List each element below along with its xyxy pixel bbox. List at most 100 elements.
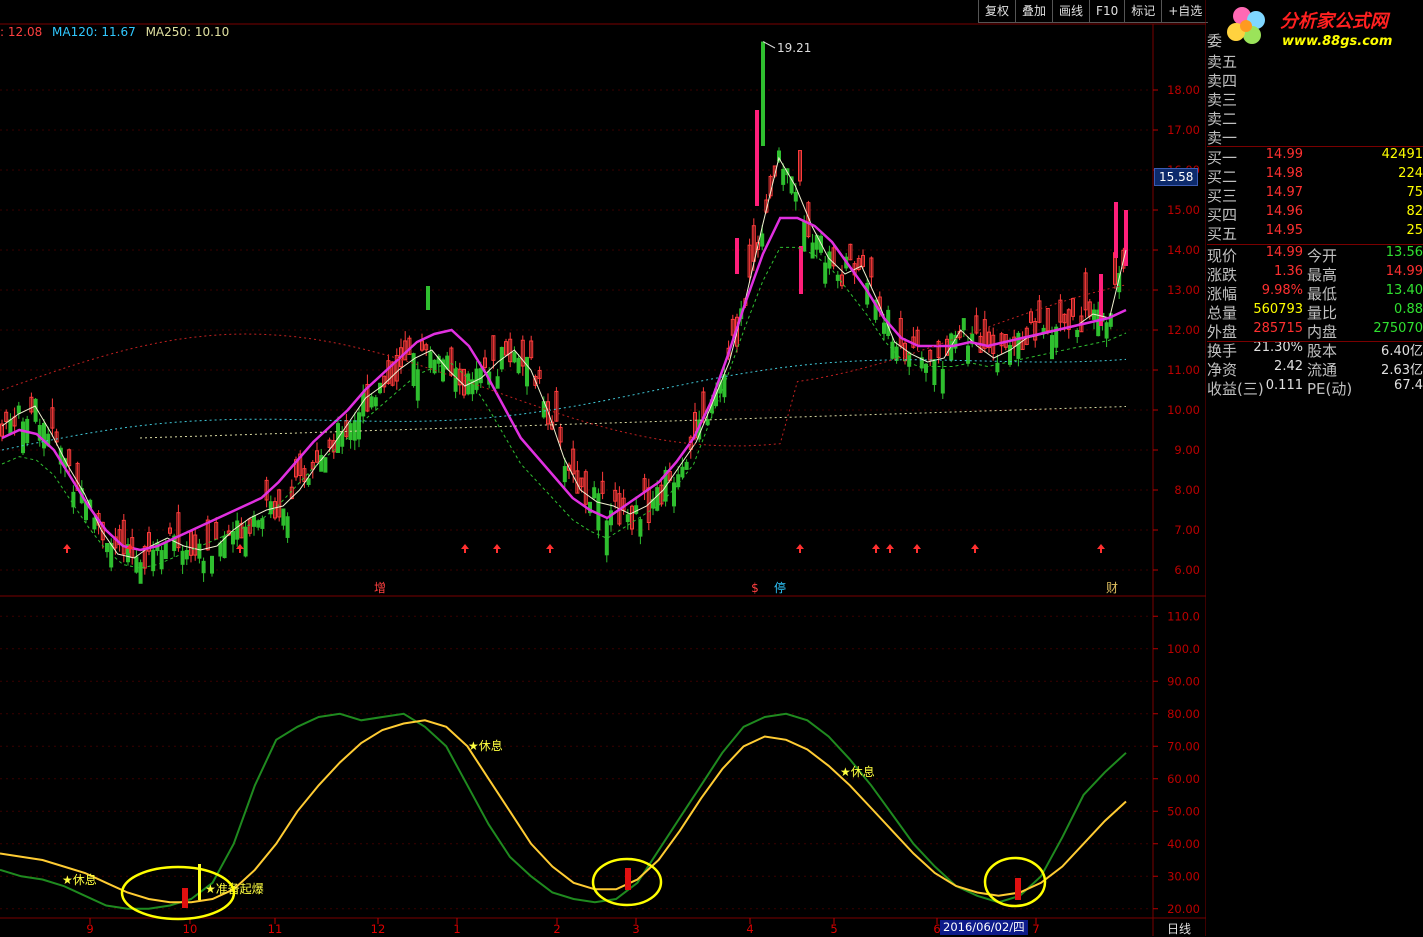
candle-body	[793, 191, 798, 202]
ind-tick-label: 30.00	[1167, 869, 1200, 883]
price-tick-label: 6.00	[1174, 563, 1200, 577]
ind-tick-label: 40.00	[1167, 837, 1200, 851]
ind-tick-label: 50.00	[1167, 804, 1200, 818]
stat-value: 560793	[1253, 302, 1303, 317]
stat-value: 2.42	[1274, 359, 1303, 374]
signal-bar	[182, 888, 188, 908]
bid-volume: 75	[1406, 185, 1423, 200]
stat-value: 285715	[1253, 321, 1303, 336]
ask-row: 卖五	[1207, 51, 1423, 71]
period-daily-tab[interactable]: 日线	[1167, 920, 1191, 937]
highlight-candle	[1114, 202, 1118, 258]
stat-value: 0.88	[1394, 302, 1423, 317]
price-tick-label: 11.00	[1167, 363, 1200, 377]
candle-body	[210, 555, 214, 574]
candle-body	[625, 514, 630, 523]
bid-row: 买三 14.97 75	[1207, 185, 1423, 205]
stat-label: 最低	[1307, 285, 1338, 303]
buy-arrow-icon	[796, 544, 804, 553]
quote-separator	[1207, 244, 1423, 245]
candle-body	[323, 457, 328, 473]
ma250-line	[139, 406, 1127, 439]
buy-arrow-icon	[461, 544, 469, 553]
stat-row: 涨幅 9.98% 最低 13.40	[1207, 283, 1423, 303]
buy-arrow-icon	[63, 544, 71, 553]
ind-tick-label: 20.00	[1167, 902, 1200, 916]
bid-label: 买一	[1207, 149, 1238, 167]
ind-tick-label: 100.0	[1167, 642, 1200, 656]
ask-label: 卖二	[1207, 110, 1238, 128]
buy-arrow-icon	[493, 544, 501, 553]
candle-body	[361, 392, 366, 417]
bid-label: 买二	[1207, 168, 1238, 186]
highlight-candle	[426, 286, 430, 310]
event-marker: 财	[1106, 581, 1118, 595]
highlight-candle	[755, 110, 759, 206]
candle-body	[369, 396, 374, 408]
candle-body	[562, 466, 567, 483]
candle-body	[8, 419, 13, 435]
indicator-annotation: ★休息	[468, 738, 503, 753]
candle-body	[163, 541, 168, 560]
buy-arrow-icon	[546, 544, 554, 553]
ind-tick-label: 110.0	[1167, 609, 1200, 623]
quote-separator	[1207, 146, 1423, 147]
candle-body	[428, 351, 433, 369]
high-annotation: 19.21	[777, 41, 811, 55]
stat-row: 换手 21.30% 股本 6.40亿	[1207, 340, 1423, 360]
candle-body	[680, 466, 685, 478]
stat-value: 0.111	[1265, 378, 1303, 393]
candle-body	[781, 168, 786, 185]
stat-value: 21.30%	[1253, 340, 1303, 355]
time-tick-label: 9	[86, 922, 93, 936]
stat-value: 13.56	[1385, 245, 1423, 260]
candle-body	[634, 505, 639, 514]
ask-label: 卖四	[1207, 72, 1238, 90]
bid-row: 买四 14.96 82	[1207, 204, 1423, 224]
price-tick-label: 12.00	[1167, 323, 1200, 337]
time-tick-label: 7	[1032, 922, 1039, 936]
candle-body	[231, 530, 235, 545]
stat-value: 9.98%	[1261, 283, 1303, 298]
buy-arrow-icon	[913, 544, 921, 553]
crosshair-date-tag: 2016/06/02/四	[940, 920, 1028, 935]
bid-row: 买二 14.98 224	[1207, 166, 1423, 186]
stat-label: 现价	[1207, 247, 1238, 265]
time-tick-label: 4	[746, 922, 753, 936]
bid-label: 买三	[1207, 187, 1238, 205]
ind-tick-label: 70.00	[1167, 739, 1200, 753]
stat-label: 股本	[1307, 342, 1338, 360]
stat-row: 涨跌 1.36 最高 14.99	[1207, 264, 1423, 284]
ask-row: 卖二	[1207, 108, 1423, 128]
highlight-candle	[799, 246, 803, 294]
candle-body	[1016, 332, 1021, 359]
kline-chart[interactable]: 18.00 17.00 1 6.00 15.00 14.00 13.00 12.00 11.00…	[0, 0, 1206, 936]
bid-price: 14.96	[1265, 204, 1303, 219]
stat-label: 净资	[1207, 361, 1238, 379]
stat-row: 净资 2.42 流通 2.63亿	[1207, 359, 1423, 379]
stat-row: 现价 14.99 今开 13.56	[1207, 245, 1423, 265]
indicator-annotation: ★休息	[840, 764, 875, 779]
candle-body	[940, 368, 945, 394]
time-tick-label: 10	[183, 922, 198, 936]
time-tick-label: 12	[371, 922, 386, 936]
ind-tick-label: 80.00	[1167, 707, 1200, 721]
candle-body	[1104, 322, 1109, 339]
stat-label: 量比	[1307, 304, 1338, 322]
indicator-annotation: ★休息	[62, 872, 97, 887]
price-tick-label: 8.00	[1174, 483, 1200, 497]
highlight-candle	[735, 238, 739, 274]
ask-label: 卖三	[1207, 91, 1238, 109]
ask-label: 卖一	[1207, 129, 1238, 147]
price-tick-label: 15.00	[1167, 203, 1200, 217]
order-ratio-row: 委	[1207, 30, 1423, 50]
candle-body	[151, 549, 156, 572]
ma-short-line	[1, 156, 1127, 559]
stat-value: 14.99	[1265, 245, 1303, 260]
ask-row: 卖三	[1207, 89, 1423, 109]
candle-body	[42, 422, 46, 449]
price-tick-label: 9.00	[1174, 443, 1200, 457]
candle-body	[260, 518, 265, 529]
stat-row: 总量 560793 量比 0.88	[1207, 302, 1423, 322]
candle-body	[256, 520, 261, 528]
